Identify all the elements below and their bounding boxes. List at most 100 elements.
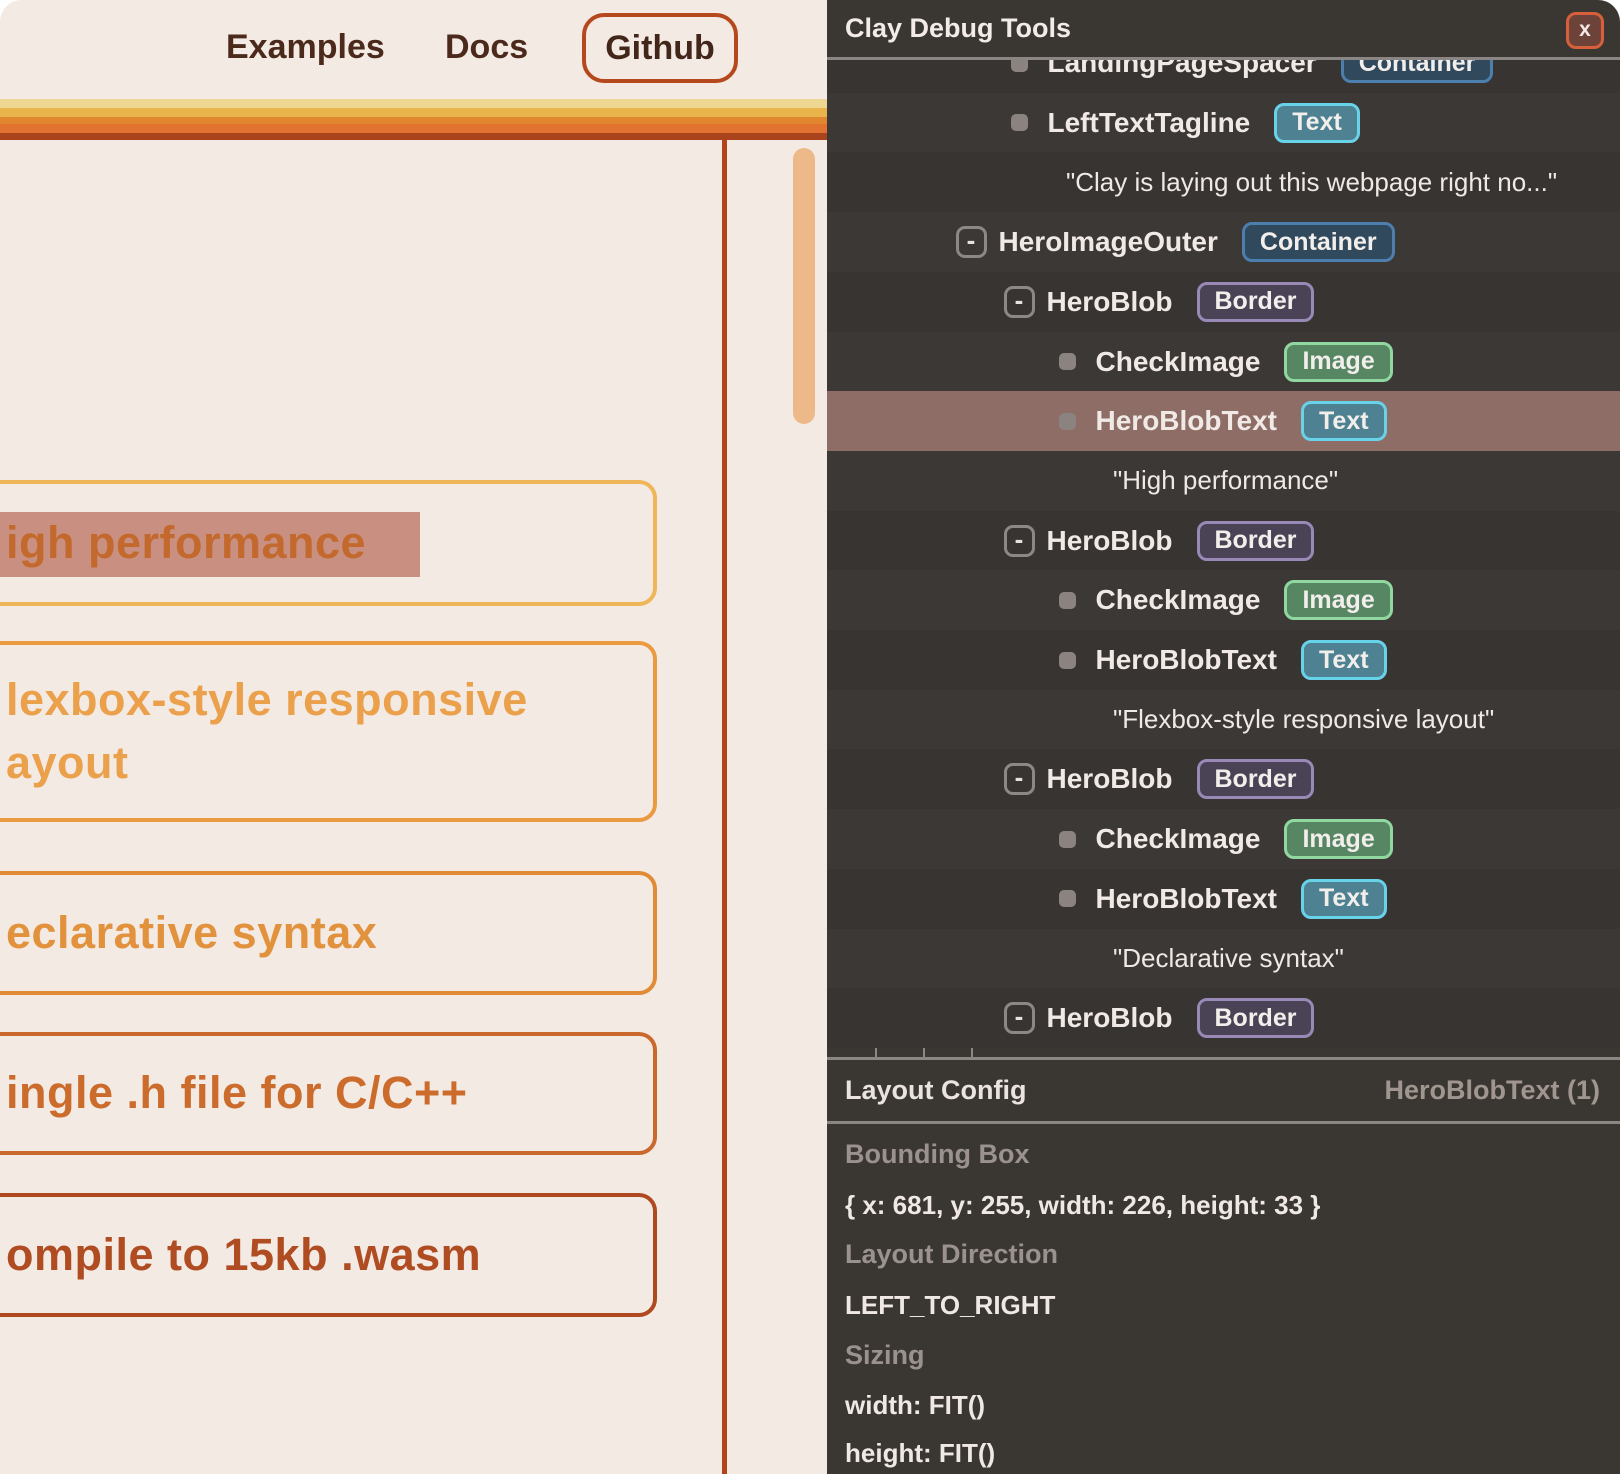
tree-row-HeroBlob[interactable]: -HeroBlob Border xyxy=(827,272,1620,332)
layout-direction-value-text: LEFT_TO_RIGHT xyxy=(845,1290,1055,1320)
collapse-button[interactable]: - xyxy=(1004,286,1035,318)
element-name: HeroImageOuter xyxy=(999,226,1218,258)
stripe-2 xyxy=(0,108,827,117)
element-name: HeroBlob xyxy=(1047,525,1173,557)
text-content-preview: "Flexbox-style responsive layout" xyxy=(1113,704,1494,735)
element-name: LeftTextTagline xyxy=(1048,107,1251,139)
sizing-label: Sizing xyxy=(845,1340,925,1371)
debug-selection-highlight xyxy=(0,512,420,577)
layout-direction-label-text: Layout Direction xyxy=(845,1239,1058,1269)
element-type-tag: Border xyxy=(1197,521,1315,561)
element-type-tag: Text xyxy=(1301,640,1387,680)
leaf-bullet-icon xyxy=(1059,592,1076,609)
debug-panel-header: Clay Debug Tools x xyxy=(827,0,1620,57)
collapse-button[interactable]: - xyxy=(1004,763,1035,795)
tree-row-CheckImage[interactable]: CheckImageImage xyxy=(827,809,1620,869)
element-type-tag: Text xyxy=(1274,103,1360,143)
debug-panel-title: Clay Debug Tools xyxy=(845,0,1071,57)
tree-row-CheckImage[interactable]: CheckImage Image xyxy=(827,332,1620,392)
hero-blob-card: eclarative syntax xyxy=(0,871,657,995)
layout-config-title: Layout Config xyxy=(845,1075,1026,1106)
hero-blob-label: eclarative syntax xyxy=(0,902,377,964)
element-type-tag: Image xyxy=(1284,342,1392,382)
element-name: CheckImage xyxy=(1096,584,1261,616)
screen: Examples Docs Github igh performance lex… xyxy=(0,0,1620,1474)
element-name: HeroBlobText xyxy=(1096,405,1278,437)
element-name: HeroBlob xyxy=(1047,286,1173,318)
element-type-tag: Container xyxy=(1242,222,1395,262)
layout-direction-label: Layout Direction xyxy=(845,1239,1058,1270)
tree-row-text-content[interactable]: "Clay is laying out this webpage right n… xyxy=(827,152,1620,212)
layout-config-bar: Layout Config HeroBlobText (1) xyxy=(827,1060,1620,1121)
tree-row-HeroBlobText[interactable]: HeroBlobTextText xyxy=(827,630,1620,690)
hero-blob-card: ompile to 15kb .wasm xyxy=(0,1193,657,1317)
element-name: HeroBlobText xyxy=(1096,883,1278,915)
config-separator xyxy=(827,1121,1620,1124)
hero-blob-label: ingle .h file for C/C++ xyxy=(0,1062,468,1124)
tree-row-CheckImage[interactable]: CheckImage Image xyxy=(827,570,1620,630)
hero-blob-label: ompile to 15kb .wasm xyxy=(0,1224,481,1286)
text-content-preview: "Declarative syntax" xyxy=(1113,943,1344,974)
element-type-tag: Container xyxy=(1341,60,1494,83)
sizing-label-text: Sizing xyxy=(845,1340,925,1370)
leaf-bullet-icon xyxy=(1011,114,1028,131)
sizing-height-value: height: FIT() xyxy=(845,1438,995,1469)
element-type-tag: Image xyxy=(1284,819,1392,859)
text-content-preview: "Clay is laying out this webpage right n… xyxy=(1066,167,1557,198)
github-button[interactable]: Github xyxy=(582,13,738,83)
tree-row-LandingPageSpacer[interactable]: LandingPageSpacer Container xyxy=(827,60,1620,93)
bounding-box-value-text: { x: 681, y: 255, width: 226, height: 33… xyxy=(845,1190,1320,1220)
element-type-tag: Text xyxy=(1301,879,1387,919)
tree-row-text-content[interactable]: "Declarative syntax" xyxy=(827,929,1620,989)
close-button[interactable]: x xyxy=(1566,12,1604,49)
element-name: LandingPageSpacer xyxy=(1048,60,1317,79)
collapse-button[interactable]: - xyxy=(956,226,987,258)
element-name: CheckImage xyxy=(1096,346,1261,378)
leaf-bullet-icon xyxy=(1059,652,1076,669)
tree-row-HeroBlobText[interactable]: HeroBlobText Text xyxy=(827,869,1620,929)
column-divider xyxy=(722,140,727,1474)
leaf-bullet-icon xyxy=(1011,60,1028,72)
stripe-4 xyxy=(0,124,827,133)
collapse-button[interactable]: - xyxy=(1004,525,1035,557)
sizing-width-value: width: FIT() xyxy=(845,1390,985,1421)
clay-debug-panel: Clay Debug Tools x LandingPageSpacer Cont… xyxy=(827,0,1620,1474)
selected-element-name: HeroBlobText (1) xyxy=(1384,1075,1600,1106)
element-name: HeroBlob xyxy=(1047,763,1173,795)
tree-row-HeroBlob[interactable]: -HeroBlob Border xyxy=(827,749,1620,809)
nav-link-examples[interactable]: Examples xyxy=(226,28,385,67)
hero-blob-label: lexbox-style responsive ayout xyxy=(0,669,528,793)
stripe-5 xyxy=(0,133,827,140)
tree-row-LeftTextTagline[interactable]: LeftTextTagline Text xyxy=(827,93,1620,153)
collapse-button[interactable]: - xyxy=(1004,1002,1035,1034)
sizing-width-text: width: FIT() xyxy=(845,1390,985,1420)
layout-direction-value: LEFT_TO_RIGHT xyxy=(845,1290,1055,1321)
leaf-bullet-icon xyxy=(1059,831,1076,848)
sizing-height-text: height: FIT() xyxy=(845,1438,995,1468)
hero-blob-card: ingle .h file for C/C++ xyxy=(0,1032,657,1155)
element-type-tag: Border xyxy=(1197,759,1315,799)
tree-row-text-content[interactable]: "Flexbox-style responsive layout" xyxy=(827,690,1620,750)
tree-row-HeroBlob[interactable]: -HeroBlob Border xyxy=(827,988,1620,1048)
nav-link-docs[interactable]: Docs xyxy=(445,28,528,67)
bounding-box-label: Bounding Box xyxy=(845,1139,1029,1170)
text-content-preview: "High performance" xyxy=(1113,465,1338,496)
leaf-bullet-icon xyxy=(1059,353,1076,370)
leaf-bullet-icon xyxy=(1059,413,1076,430)
tree-row-HeroBlobText[interactable]: HeroBlobTextText xyxy=(827,391,1620,451)
tree-row-text-content[interactable]: "High performance" xyxy=(827,451,1620,511)
element-name: HeroBlob xyxy=(1047,1002,1173,1034)
bounding-box-value: { x: 681, y: 255, width: 226, height: 33… xyxy=(845,1190,1320,1221)
bounding-box-label-text: Bounding Box xyxy=(845,1139,1029,1169)
leaf-bullet-icon xyxy=(1059,890,1076,907)
stripe-3 xyxy=(0,117,827,124)
page-scrollbar[interactable] xyxy=(793,148,815,424)
tree-row-HeroImageOuter[interactable]: -HeroImageOuter Container xyxy=(827,212,1620,272)
element-tree: LandingPageSpacer Container LeftTextTaglin… xyxy=(827,60,1620,1057)
tree-row-HeroBlob[interactable]: -HeroBlob Border xyxy=(827,511,1620,571)
stripe-1 xyxy=(0,99,827,108)
element-type-tag: Image xyxy=(1284,580,1392,620)
element-type-tag: Border xyxy=(1197,282,1315,322)
element-type-tag: Border xyxy=(1197,998,1315,1038)
hero-blob-card: lexbox-style responsive ayout xyxy=(0,641,657,822)
